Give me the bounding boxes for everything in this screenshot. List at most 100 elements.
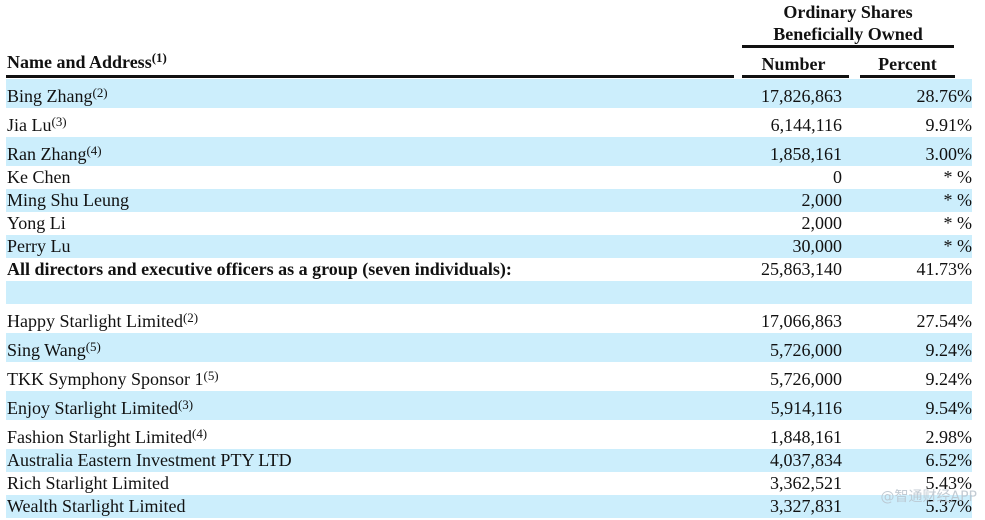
name-header-label: Name and Address [7,52,152,72]
share-number: 1,858,161 [770,144,842,164]
holder-name-text: Wealth Starlight Limited [7,496,186,516]
holder-name: TKK Symphony Sponsor 1(5) [7,368,219,390]
holder-name-text: Happy Starlight Limited [7,311,183,331]
table-row: Yong Li 2,000 * % [6,212,972,235]
share-percent: 9.54% [925,398,973,418]
share-percent: * % [943,167,973,187]
name-column-header: Name and Address(1) [7,50,167,73]
number-column-header: Number [761,54,826,74]
table-row: Ran Zhang(4) 1,858,161 3.00% [6,137,972,166]
holder-footnote: (4) [192,426,208,441]
share-percent: * % [943,190,973,210]
table-row: Sing Wang(5) 5,726,000 9.24% [6,333,972,362]
share-percent: 27.54% [916,311,973,331]
share-number: 1,848,161 [770,427,842,447]
holder-name-text: Ming Shu Leung [7,190,130,210]
share-percent: 41.73% [916,259,973,279]
holder-footnote: (4) [86,143,102,158]
group-header-line1: Ordinary Shares [783,2,913,22]
column-group-header: Ordinary Shares Beneficially Owned [742,1,954,45]
holder-name: Wealth Starlight Limited [7,496,186,517]
name-header-footnote: (1) [151,50,167,65]
watermark: @智通财经APP [880,489,977,505]
table-row: Enjoy Starlight Limited(3) 5,914,116 9.54% [6,391,972,420]
table-row: TKK Symphony Sponsor 1(5) 5,726,000 9.24% [6,362,972,391]
holder-name: Rich Starlight Limited [7,473,169,494]
share-number: 5,914,116 [770,398,842,418]
share-number: 0 [833,167,842,187]
share-percent: 9.24% [925,340,973,360]
holder-name: Ming Shu Leung [7,190,129,211]
holder-name: Ke Chen [7,167,70,188]
holder-name-text: Australia Eastern Investment PTY LTD [7,450,292,470]
holder-name: Australia Eastern Investment PTY LTD [7,450,292,471]
holder-name-text: Bing Zhang [7,86,93,106]
table-row: Wealth Starlight Limited 3,327,831 5.37% [6,495,972,518]
holder-name-text: Fashion Starlight Limited [7,427,192,447]
table-row: Australia Eastern Investment PTY LTD 4,03… [6,449,972,472]
holder-footnote: (3) [177,397,194,412]
holder-name-text: TKK Symphony Sponsor 1 [7,369,204,389]
share-number: 17,826,863 [761,86,842,106]
holder-name-text: All directors and executive officers as … [7,259,512,279]
share-number: 5,726,000 [770,340,842,360]
holder-name: Jia Lu(3) [7,114,67,136]
group-header-line2: Beneficially Owned [773,24,923,44]
share-number: 30,000 [792,236,843,256]
share-percent: 2.98% [925,427,973,447]
holder-footnote: (3) [51,114,67,129]
share-percent: * % [943,236,973,256]
table-row: Ming Shu Leung 2,000 * % [6,189,972,212]
table-row: Rich Starlight Limited 3,362,521 5.43% [6,472,972,495]
share-number: 4,037,834 [770,450,842,470]
share-number: 3,362,521 [770,473,842,493]
holder-name: Enjoy Starlight Limited(3) [7,397,194,419]
holder-name-text: Yong Li [7,213,66,233]
holder-name-text: Sing Wang [7,340,86,360]
holder-footnote: (2) [92,85,108,100]
holder-name-text: Ke Chen [7,167,71,187]
share-number: 2,000 [801,213,843,233]
table-row: Perry Lu 30,000 * % [6,235,972,258]
percent-header-rule [860,75,955,78]
share-number: 17,066,863 [761,311,842,331]
holder-name-text: Perry Lu [7,236,71,256]
share-number: 3,327,831 [770,496,842,516]
table-row: Fashion Starlight Limited(4) 1,848,161 2.9… [6,420,972,449]
holder-footnote: (2) [182,310,199,325]
share-number: 6,144,116 [770,115,842,135]
holder-footnote: (5) [203,368,219,383]
holder-name: Ran Zhang(4) [7,143,102,165]
table-row: Ke Chen 0 * % [6,166,972,189]
table-row-spacer [6,281,972,304]
holder-name-text: Rich Starlight Limited [7,473,169,493]
share-percent: 9.91% [925,115,973,135]
share-number: 25,863,140 [761,259,842,279]
group-header-rule [742,45,954,48]
share-percent: * % [943,213,973,233]
name-header-rule [6,75,734,78]
holder-footnote: (5) [85,339,101,354]
number-header-rule [742,75,849,78]
share-percent: 28.76% [916,86,973,106]
ownership-table: Ordinary Shares Beneficially Owned Name … [0,0,985,520]
holder-name: Perry Lu [7,236,70,257]
holder-name: Sing Wang(5) [7,339,101,361]
holder-name: Fashion Starlight Limited(4) [7,426,208,448]
table-row: Happy Starlight Limited(2) 17,066,863 27.5… [6,304,972,333]
share-percent: 3.00% [925,144,973,164]
table-row: Jia Lu(3) 6,144,116 9.91% [6,108,972,137]
share-percent: 9.24% [925,369,973,389]
holder-name-text: Jia Lu [7,115,52,135]
table-row-group-total: All directors and executive officers as … [6,258,972,281]
holder-name-text: Enjoy Starlight Limited [7,398,178,418]
holder-name: Yong Li [7,213,66,234]
percent-column-header: Percent [878,54,937,74]
share-number: 2,000 [801,190,843,210]
holder-name: All directors and executive officers as … [7,259,512,280]
holder-name: Happy Starlight Limited(2) [7,310,199,332]
holder-name-text: Ran Zhang [7,144,87,164]
holder-name: Bing Zhang(2) [7,85,108,107]
table-row: Bing Zhang(2) 17,826,863 28.76% [6,79,972,108]
share-number: 5,726,000 [770,369,842,389]
